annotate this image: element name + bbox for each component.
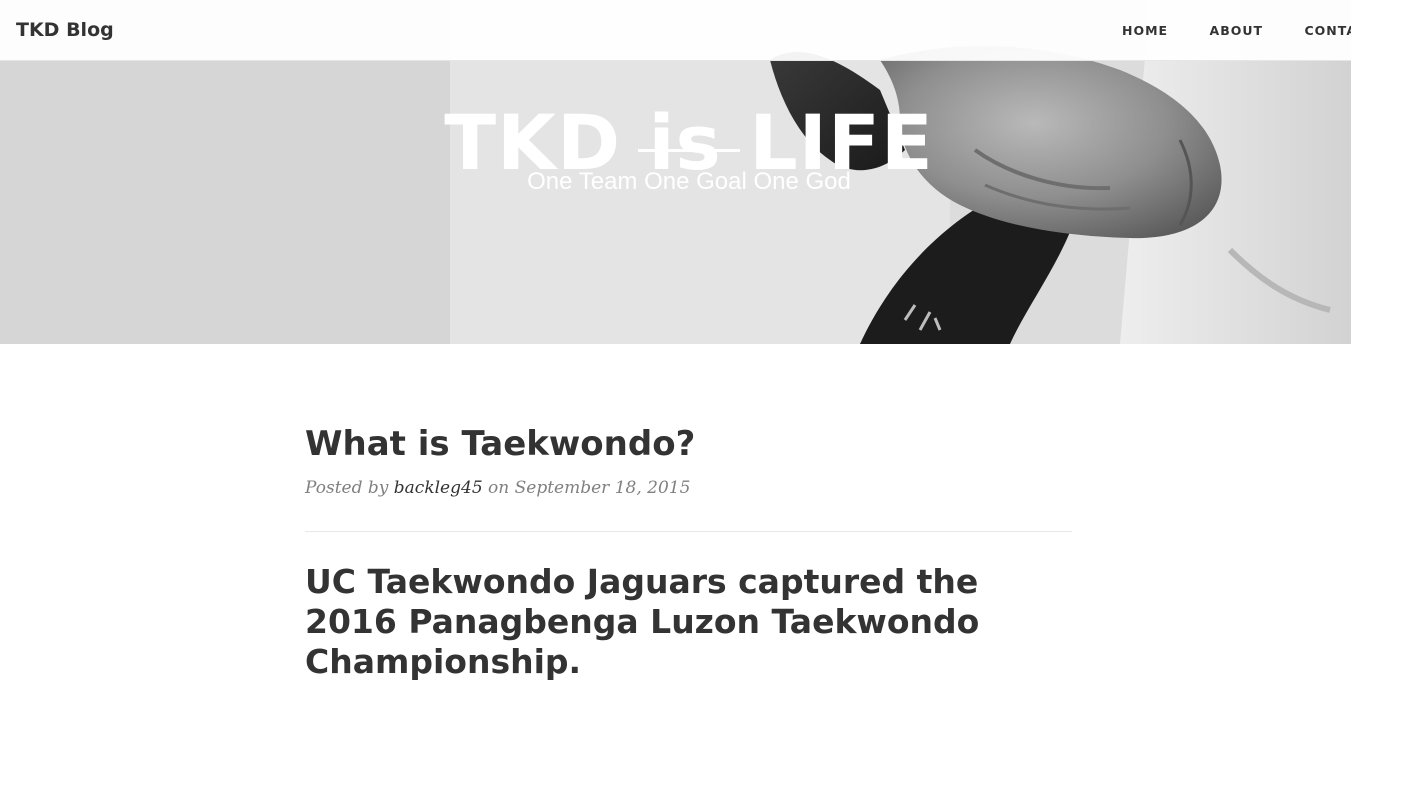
brand-link[interactable]: TKD Blog (16, 16, 114, 44)
post-divider (305, 531, 1072, 532)
post-date: September 18, 2015 (514, 478, 691, 498)
post-preview: What is Taekwondo? Posted by backleg45 o… (305, 420, 1072, 500)
post-headline: UC Taekwondo Jaguars captured the 2016 P… (305, 562, 980, 681)
hero-divider (638, 149, 740, 152)
nav-links: HOME ABOUT CONTACT (1122, 22, 1351, 40)
nav-link-about[interactable]: ABOUT (1210, 23, 1264, 39)
post-meta: Posted by backleg45 on September 18, 201… (305, 476, 1072, 500)
post-meta-on: on (482, 478, 515, 498)
nav-link-contact[interactable]: CONTACT (1305, 23, 1352, 39)
hero-subtitle: One Team One Goal One God (527, 168, 851, 195)
navbar: TKD Blog HOME ABOUT CONTACT (0, 0, 1351, 61)
post-title-link[interactable]: What is Taekwondo? (305, 420, 1072, 468)
post-meta-prefix: Posted by (305, 478, 394, 498)
nav-link-home[interactable]: HOME (1122, 23, 1168, 39)
page: TKD is LIFE One Team One Goal One God TK… (0, 0, 1422, 800)
author-link[interactable]: backleg45 (394, 478, 483, 498)
